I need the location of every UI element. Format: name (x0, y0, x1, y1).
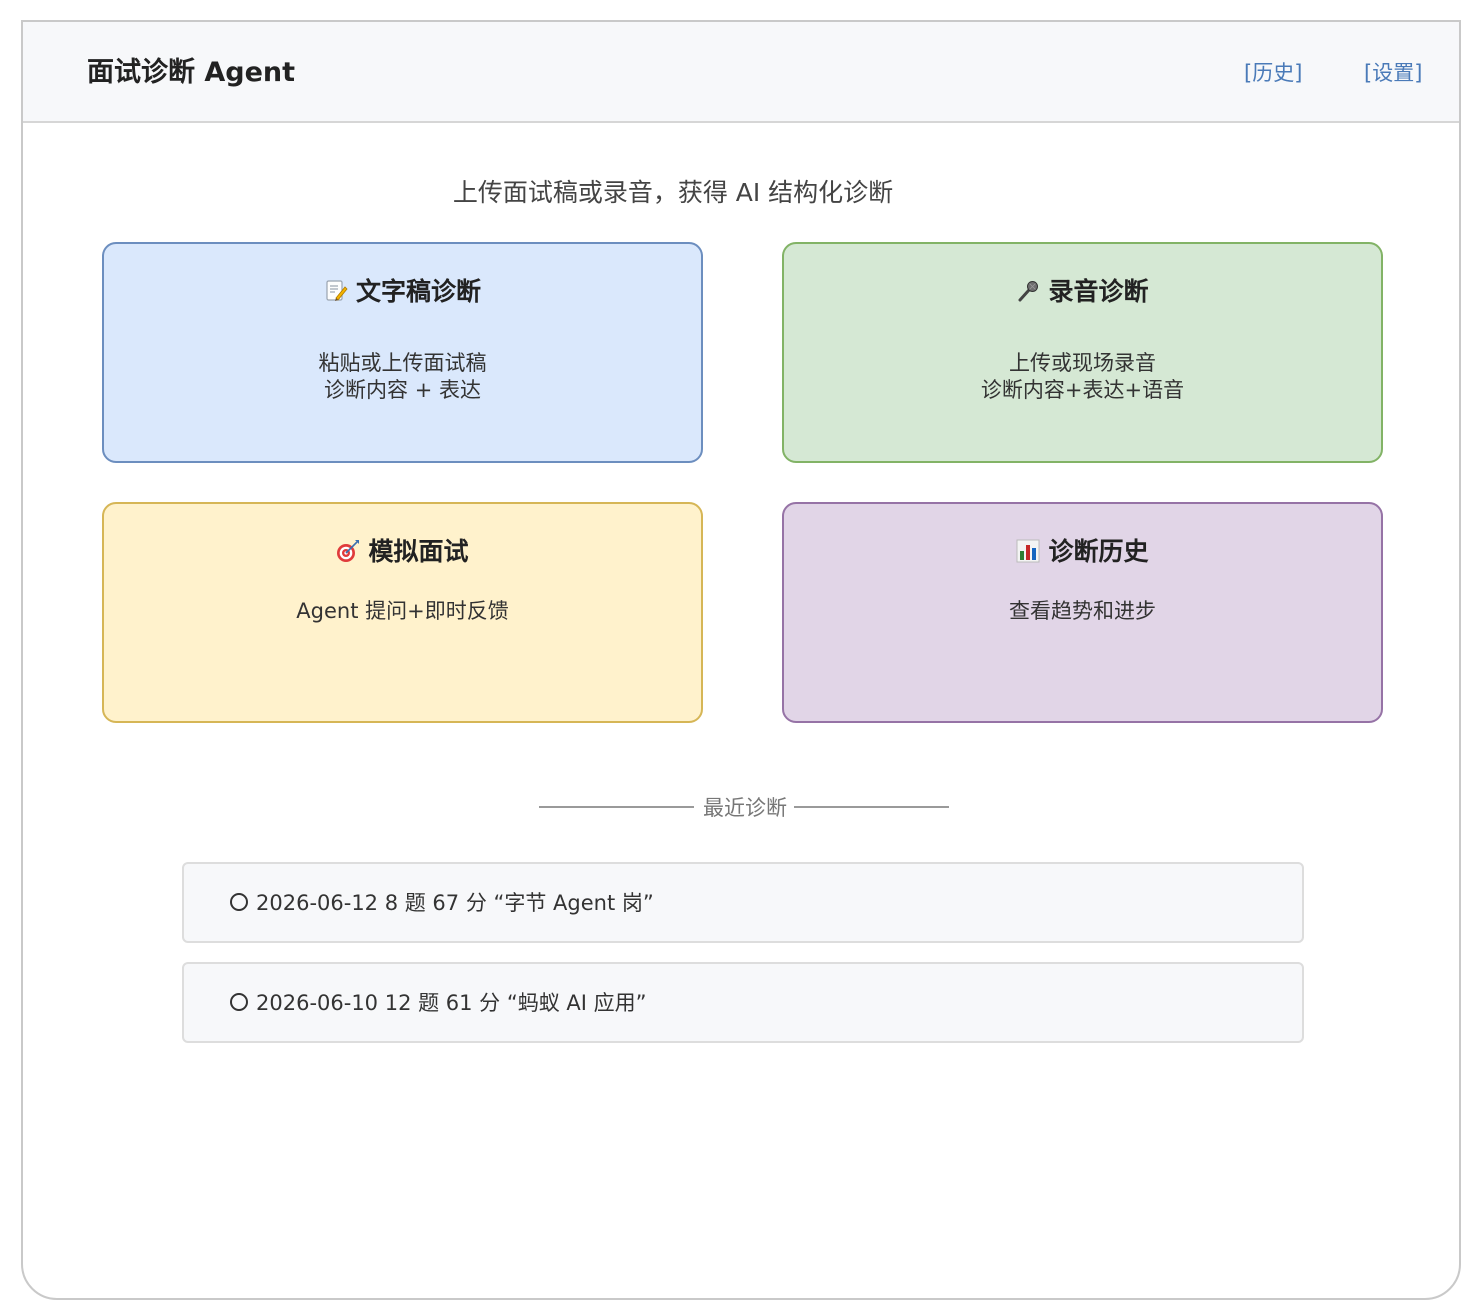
recent-diagnosis-item[interactable]: 2026-06-12 8 题 67 分 “字节 Agent 岗” (182, 862, 1304, 943)
bar-chart-icon (1016, 537, 1040, 573)
recent-item-text: 2026-06-12 8 题 67 分 “字节 Agent 岗” (256, 891, 654, 915)
audio-card-desc-line-1: 上传或现场录音 (1009, 351, 1156, 375)
circle-icon (230, 893, 248, 911)
target-icon (336, 537, 360, 573)
text-card-desc-line-2: 诊断内容 + 表达 (324, 378, 481, 402)
recent-item-content: 2026-06-10 12 题 61 分 “蚂蚁 AI 应用” (230, 988, 647, 1018)
memo-icon (324, 277, 348, 313)
text-diagnosis-card[interactable]: 文字稿诊断 粘贴或上传面试稿 诊断内容 + 表达 (102, 242, 703, 463)
circle-icon (230, 993, 248, 1011)
card-title: 录音诊断 (784, 274, 1381, 313)
recent-section-label: 最近诊断 (703, 796, 787, 820)
text-card-desc-line-1: 粘贴或上传面试稿 (318, 351, 487, 375)
microphone-icon (1016, 277, 1040, 313)
mock-card-desc-line-1: Agent 提问+即时反馈 (296, 599, 509, 623)
page-subtitle: 上传面试稿或录音，获得 AI 结构化诊断 (452, 178, 894, 207)
app-title: 面试诊断 Agent (87, 57, 296, 88)
recent-diagnosis-item[interactable]: 2026-06-10 12 题 61 分 “蚂蚁 AI 应用” (182, 962, 1304, 1043)
settings-link[interactable]: [设置] (1364, 58, 1422, 88)
audio-diagnosis-card[interactable]: 录音诊断 上传或现场录音 诊断内容+表达+语音 (782, 242, 1383, 463)
app-header: 面试诊断 Agent [历史] [设置] (23, 22, 1459, 123)
divider-line-right (794, 806, 949, 808)
history-card-desc-line-1: 查看趋势和进步 (1009, 599, 1156, 623)
diagnosis-history-card[interactable]: 诊断历史 查看趋势和进步 (782, 502, 1383, 723)
recent-item-content: 2026-06-12 8 题 67 分 “字节 Agent 岗” (230, 888, 654, 918)
recent-item-text: 2026-06-10 12 题 61 分 “蚂蚁 AI 应用” (256, 991, 647, 1015)
card-title: 诊断历史 (784, 534, 1381, 573)
history-card-title: 诊断历史 (1048, 537, 1149, 566)
mock-interview-card[interactable]: 模拟面试 Agent 提问+即时反馈 (102, 502, 703, 723)
mock-card-title: 模拟面试 (368, 537, 469, 566)
app-window: 面试诊断 Agent [历史] [设置] 上传面试稿或录音，获得 AI 结构化诊… (21, 20, 1461, 1300)
history-link[interactable]: [历史] (1244, 58, 1302, 88)
audio-card-title: 录音诊断 (1048, 277, 1149, 306)
card-title: 文字稿诊断 (104, 274, 701, 313)
recent-divider: 最近诊断 (23, 794, 1459, 824)
text-card-title: 文字稿诊断 (355, 277, 481, 306)
card-title: 模拟面试 (104, 534, 701, 573)
audio-card-desc-line-2: 诊断内容+表达+语音 (980, 378, 1185, 402)
